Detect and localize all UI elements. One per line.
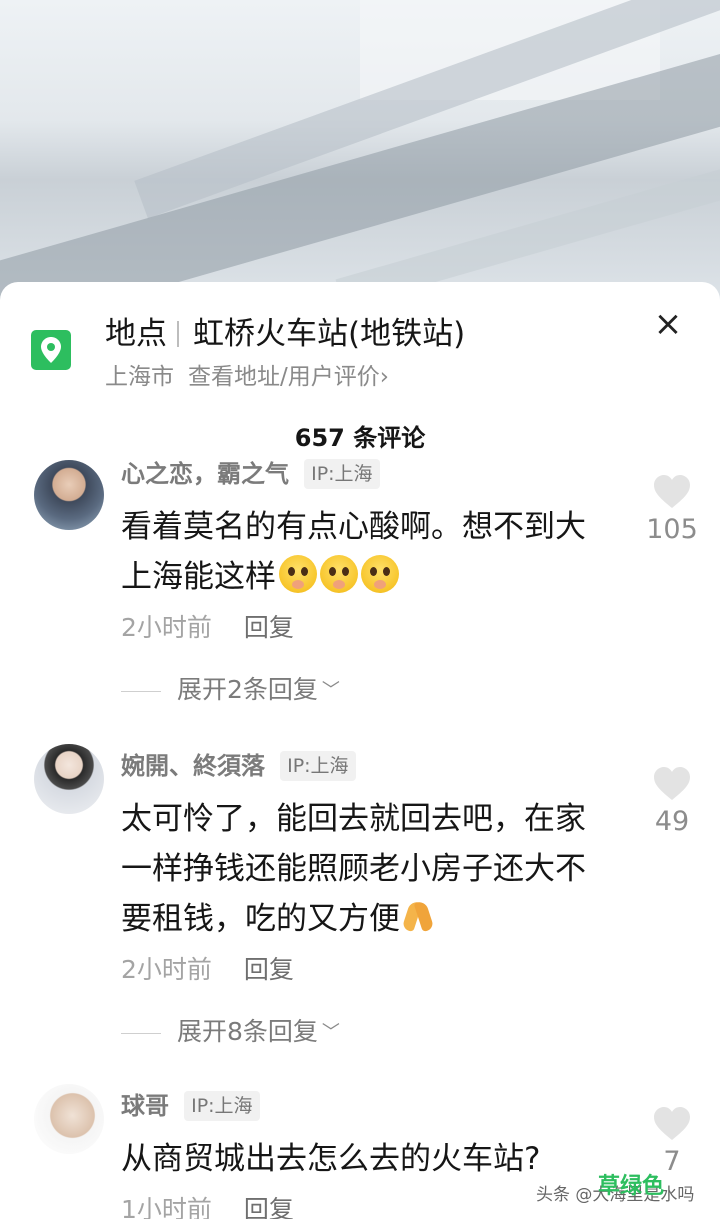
pleading-face-emoji-icon <box>279 555 317 593</box>
comment-time: 2小时前 <box>121 955 212 984</box>
folded-hands-emoji-icon <box>400 897 436 935</box>
chevron-right-icon: › <box>379 364 389 390</box>
comments-count: 657 条评论 <box>294 424 426 452</box>
location-details-link[interactable]: 查看地址/用户评价 <box>188 364 380 390</box>
video-background <box>0 0 720 300</box>
comment-author-row: 心之恋，霸之气 IP:上海 <box>121 456 380 492</box>
like-button[interactable]: 49 <box>636 766 708 840</box>
chevron-down-icon: ﹀ <box>321 680 340 701</box>
like-count: 105 <box>646 514 698 545</box>
heart-icon <box>654 475 690 508</box>
pleading-face-emoji-icon <box>320 555 358 593</box>
comment-text[interactable]: 从商贸城出去怎么去的火车站? <box>121 1134 611 1184</box>
location-city: 上海市 <box>105 364 174 390</box>
divider-line <box>121 1032 161 1034</box>
comment-time: 1小时前 <box>121 1195 212 1219</box>
expand-replies-button[interactable]: 展开2条回复 ﹀ <box>121 672 340 709</box>
comment-username[interactable]: 球哥 <box>121 1092 169 1120</box>
comment-author-row: 婉開、終須落 IP:上海 <box>121 748 356 784</box>
comment-text-content: 从商贸城出去怎么去的火车站? <box>121 1141 541 1177</box>
location-title[interactable]: 地点 虹桥火车站(地铁站) <box>105 312 465 356</box>
expand-replies-label: 展开2条回复 <box>177 675 318 704</box>
reply-button[interactable]: 回复 <box>244 1195 294 1219</box>
comment-username[interactable]: 心之恋，霸之气 <box>121 460 289 488</box>
location-subtitle[interactable]: 上海市 查看地址/用户评价› <box>105 360 389 394</box>
ip-location-badge: IP:上海 <box>304 459 380 489</box>
like-count: 49 <box>654 806 690 837</box>
comment-text[interactable]: 看着莫名的有点心酸啊。想不到大上海能这样 <box>121 502 611 602</box>
location-pin-icon[interactable] <box>31 330 71 370</box>
heart-icon <box>654 767 690 800</box>
chevron-down-icon: ﹀ <box>321 1022 340 1043</box>
ip-location-badge: IP:上海 <box>184 1091 260 1121</box>
pleading-face-emoji-icon <box>361 555 399 593</box>
comment-meta: 2小时前 回复 <box>121 610 294 646</box>
heart-icon <box>654 1107 690 1140</box>
comment-time: 2小时前 <box>121 613 212 642</box>
watermark-overlay: 草绿色 <box>598 1174 665 1199</box>
expand-replies-button[interactable]: 展开8条回复 ﹀ <box>121 1014 340 1051</box>
comment-username[interactable]: 婉開、終須落 <box>121 752 265 780</box>
comment-meta: 2小时前 回复 <box>121 952 294 988</box>
comment-text[interactable]: 太可怜了，能回去就回去吧，在家一样挣钱还能照顾老小房子还大不要租钱，吃的又方便 <box>121 794 611 944</box>
location-prefix: 地点 <box>105 316 167 352</box>
avatar[interactable] <box>34 744 104 814</box>
like-button[interactable]: 105 <box>636 474 708 548</box>
location-name: 虹桥火车站(地铁站) <box>193 316 466 352</box>
avatar[interactable] <box>34 1084 104 1154</box>
close-button[interactable]: × <box>648 304 688 344</box>
divider-line <box>121 690 161 692</box>
reply-button[interactable]: 回复 <box>244 955 294 984</box>
ip-location-badge: IP:上海 <box>280 751 356 781</box>
expand-replies-label: 展开8条回复 <box>177 1017 318 1046</box>
title-divider <box>177 321 179 347</box>
comment-author-row: 球哥 IP:上海 <box>121 1088 260 1124</box>
comment-sheet: 地点 虹桥火车站(地铁站) 上海市 查看地址/用户评价› × 657 条评论 心之恋… <box>0 282 720 1219</box>
avatar[interactable] <box>34 460 104 530</box>
comment-text-content: 太可怜了，能回去就回去吧，在家一样挣钱还能照顾老小房子还大不要租钱，吃的又方便 <box>121 801 586 937</box>
reply-button[interactable]: 回复 <box>244 613 294 642</box>
comment-meta: 1小时前 回复 <box>121 1192 294 1219</box>
